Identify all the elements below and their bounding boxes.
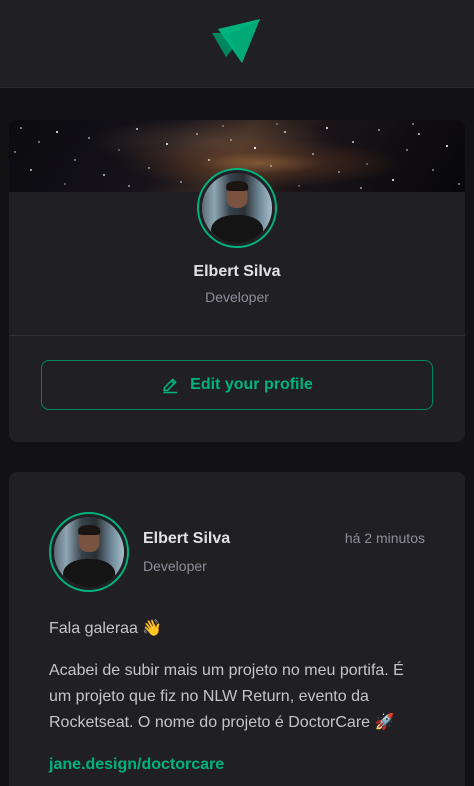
- ignite-logo-icon: [212, 19, 262, 65]
- post-card: Elbert Silva Developer há 2 minutos Fala…: [9, 472, 465, 786]
- post-paragraph: Fala galeraa 👋: [49, 620, 163, 637]
- pencil-line-icon: [163, 378, 178, 394]
- profile-avatar[interactable]: [197, 168, 277, 248]
- app-header: [0, 0, 474, 88]
- profile-name: Elbert Silva: [193, 263, 281, 280]
- post-time: há 2 minutos: [344, 530, 425, 546]
- post-author-avatar-image: [54, 517, 124, 587]
- main-content: Elbert Silva Developer Edit your profile: [0, 88, 474, 786]
- post-content: Fala galeraa 👋 Acabei de subir mais um p…: [49, 616, 425, 778]
- post-header: Elbert Silva Developer há 2 minutos: [49, 512, 425, 592]
- post-author: Elbert Silva Developer: [49, 512, 230, 592]
- post-author-avatar[interactable]: [49, 512, 129, 592]
- post-paragraph: Acabei de subir mais um projeto no meu p…: [49, 662, 404, 731]
- edit-profile-label: Edit your profile: [190, 376, 313, 393]
- profile-sidebar: Elbert Silva Developer Edit your profile: [9, 120, 465, 442]
- edit-profile-button[interactable]: Edit your profile: [41, 360, 433, 410]
- post-author-role: Developer: [143, 558, 207, 574]
- post-author-info: Elbert Silva Developer: [143, 527, 230, 577]
- profile-avatar-image: [202, 173, 272, 243]
- post-link[interactable]: jane.design/doctorcare: [49, 756, 224, 773]
- profile-role: Developer: [205, 289, 269, 305]
- post-author-name: Elbert Silva: [143, 530, 231, 547]
- profile-actions: Edit your profile: [9, 336, 465, 442]
